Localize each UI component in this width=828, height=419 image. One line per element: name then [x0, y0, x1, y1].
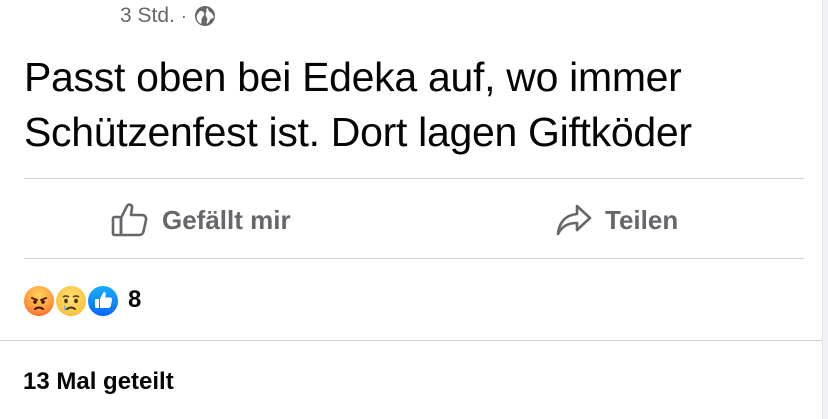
divider-middle	[24, 258, 804, 259]
like-button-label: Gefällt mir	[162, 204, 291, 235]
angry-reaction-icon	[22, 284, 56, 318]
meta-separator: ·	[180, 5, 187, 26]
reaction-count[interactable]: 8	[128, 286, 141, 314]
reaction-icons	[22, 284, 120, 318]
share-count[interactable]: 13 Mal geteilt	[23, 368, 174, 396]
reactions-summary[interactable]: 8	[22, 284, 141, 318]
like-button[interactable]: Gefällt mir	[110, 196, 291, 244]
share-button-label: Teilen	[605, 204, 679, 235]
post-text-line: Schützenfest ist. Dort lagen Giftköder	[24, 109, 692, 155]
share-button[interactable]: Teilen	[555, 196, 678, 244]
thumbs-up-outline-icon	[110, 200, 150, 240]
like-reaction-icon	[86, 284, 120, 318]
scrollbar-track	[822, 0, 828, 419]
sad-reaction-icon	[54, 284, 88, 318]
divider-top	[24, 178, 804, 179]
globe-icon[interactable]	[193, 4, 217, 28]
post-meta: 3 Std. ·	[120, 3, 217, 29]
post-text: Passt oben bei Edeka auf, wo immer Schüt…	[24, 50, 804, 160]
post-text-line: Passt oben bei Edeka auf, wo immer	[24, 54, 682, 100]
divider-bottom	[0, 340, 822, 341]
post-timestamp[interactable]: 3 Std.	[120, 4, 175, 28]
share-arrow-icon	[555, 202, 593, 238]
